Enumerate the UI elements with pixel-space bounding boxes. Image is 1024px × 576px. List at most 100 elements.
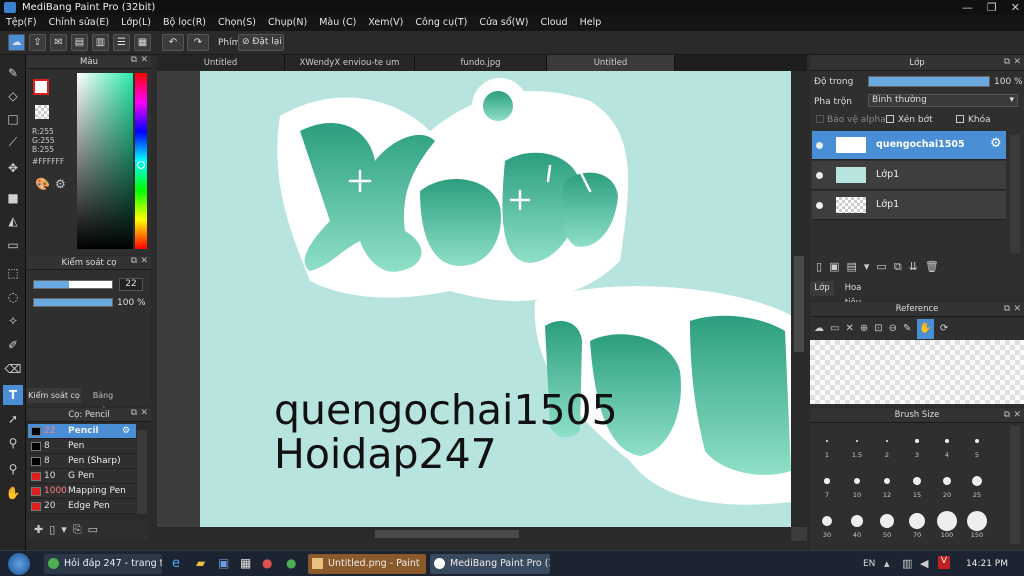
brush-opacity-slider[interactable]	[33, 298, 113, 307]
language-indicator[interactable]: EN	[863, 559, 875, 569]
brush-item-mapping-pen[interactable]: 1000 Mapping Pen	[28, 484, 136, 499]
close-icon[interactable]: ✕	[1011, 0, 1020, 15]
layer-scrollbar[interactable]	[1010, 135, 1020, 253]
new-halftone-layer-icon[interactable]: ▣	[829, 256, 839, 278]
grid-icon[interactable]: ▦	[134, 34, 151, 51]
cloud-icon[interactable]: ☁	[8, 34, 25, 51]
ie-icon[interactable]: e	[172, 556, 180, 571]
layer-folder-icon[interactable]: ▭	[876, 256, 886, 278]
comment-icon[interactable]: ✉	[50, 34, 67, 51]
hand-icon[interactable]: ✋	[917, 319, 934, 339]
brush-size-cell[interactable]: 150	[962, 505, 992, 543]
undock-icon[interactable]: ⧉	[131, 408, 137, 418]
bucket-tool-icon[interactable]: ◭	[3, 211, 23, 231]
brush-size-cell[interactable]: 4	[932, 425, 962, 463]
tab-navigator[interactable]: Hoa tiêu	[836, 281, 870, 308]
undo-icon[interactable]: ↶	[162, 34, 184, 51]
foreground-color-swatch[interactable]	[33, 79, 49, 95]
fit-icon[interactable]: ⊡	[874, 319, 882, 339]
horizontal-scrollbar[interactable]	[157, 527, 791, 541]
undock-icon[interactable]: ⧉	[1004, 57, 1010, 67]
hue-handle[interactable]	[137, 161, 145, 169]
menu-select[interactable]: Chọn(S)	[212, 15, 262, 31]
hand-tool-icon[interactable]: ✋	[3, 483, 23, 503]
taskbar-item-medibang[interactable]: MediBang Paint Pro (32...	[430, 554, 550, 574]
brush-size-cell[interactable]: 10	[842, 465, 872, 503]
tab-untitled-1[interactable]: Untitled	[157, 55, 285, 71]
app-icon[interactable]: ●	[262, 556, 272, 570]
brush-size-cell[interactable]: 5	[962, 425, 992, 463]
transparent-swatch[interactable]	[35, 105, 49, 119]
unikey-icon[interactable]: V	[938, 556, 950, 569]
gradient-tool-icon[interactable]: ▭	[3, 235, 23, 255]
minimize-icon[interactable]: —	[962, 0, 973, 15]
tab-layer[interactable]: Lớp	[810, 281, 834, 296]
tray-up-icon[interactable]: ▴	[884, 557, 890, 570]
brush-size-cell[interactable]: 30	[812, 505, 842, 543]
tab-palette[interactable]: Bảng màu	[83, 388, 123, 415]
menu-view[interactable]: Xem(V)	[362, 15, 409, 31]
select-rect-tool-icon[interactable]: ⬚	[3, 263, 23, 283]
folder-icon[interactable]: ▰	[196, 556, 205, 570]
add-brush-icon[interactable]: ✚	[34, 520, 43, 540]
merge-layer-icon[interactable]: ⇊	[909, 256, 918, 278]
undock-icon[interactable]: ⧉	[131, 256, 137, 266]
chrome-icon[interactable]: ●	[286, 556, 296, 570]
eyedropper-icon[interactable]: ✎	[903, 319, 911, 339]
tab-pin-jpg[interactable]: XWendyX enviou-te um Pin!.jpg	[285, 55, 415, 84]
brush-size-cell[interactable]: 15	[902, 465, 932, 503]
protect-alpha-checkbox[interactable]	[816, 115, 824, 123]
lasso-tool-icon[interactable]: ◌	[3, 287, 23, 307]
brush-item-g-pen[interactable]: 10 G Pen	[28, 469, 136, 484]
panel-close-icon[interactable]: ✕	[1013, 410, 1021, 420]
reference-image-area[interactable]	[810, 340, 1024, 404]
app-icon[interactable]: ▣	[218, 556, 229, 570]
menu-layer[interactable]: Lớp(L)	[115, 15, 157, 31]
move-tool-icon[interactable]: ✥	[3, 158, 23, 178]
menu-cloud[interactable]: Cloud	[534, 15, 573, 31]
tab-untitled-2[interactable]: Untitled	[547, 55, 675, 71]
maximize-icon[interactable]: ❐	[987, 0, 997, 15]
line-tool-icon[interactable]: ⟋	[3, 132, 23, 152]
undock-icon[interactable]: ⧉	[131, 55, 137, 65]
menu-file[interactable]: Tệp(F)	[0, 15, 43, 31]
panel-close-icon[interactable]: ✕	[140, 55, 148, 65]
brush-size-slider[interactable]	[33, 280, 113, 289]
page-icon[interactable]: ▥	[92, 34, 109, 51]
panel-close-icon[interactable]: ✕	[140, 408, 148, 418]
brush-item-edge-pen[interactable]: 20 Edge Pen	[28, 499, 136, 514]
menu-capture[interactable]: Chụp(N)	[262, 15, 313, 31]
brush-size-cell[interactable]: 1	[812, 425, 842, 463]
rotate-icon[interactable]: ⟳	[940, 319, 948, 339]
duplicate-layer-icon[interactable]: ⧉	[894, 256, 902, 278]
undock-icon[interactable]: ⧉	[1004, 410, 1010, 420]
open-folder-icon[interactable]: ▭	[830, 319, 839, 339]
brush-size-cell[interactable]: 50	[872, 505, 902, 543]
menu-filter[interactable]: Bộ lọc(R)	[157, 15, 212, 31]
fill-rect-tool-icon[interactable]: ■	[3, 188, 23, 208]
canvas-artwork[interactable]: quengochai1505 Hoidap247	[200, 71, 791, 527]
new-file-icon[interactable]: ▤	[71, 34, 88, 51]
redo-icon[interactable]: ↷	[187, 34, 209, 51]
brush-item-pen-sharp[interactable]: 8 Pen (Sharp)	[28, 454, 136, 469]
layer-row[interactable]: Lớp1	[812, 191, 1006, 220]
upload-icon[interactable]: ⇪	[29, 34, 46, 51]
saturation-value-picker[interactable]	[77, 73, 133, 249]
menu-window[interactable]: Cửa sổ(W)	[473, 15, 534, 31]
operation-tool-icon[interactable]: ➚	[3, 409, 23, 429]
brush-size-cell[interactable]: 2	[872, 425, 902, 463]
tab-brush-control[interactable]: Kiểm soát cọ	[27, 388, 81, 403]
brush-size-cell[interactable]: 25	[962, 465, 992, 503]
reset-button[interactable]: ⊘ Đặt lại	[238, 34, 284, 51]
brush-size-cell[interactable]: 7	[812, 465, 842, 503]
brush-size-cell[interactable]: 40	[842, 505, 872, 543]
menu-edit[interactable]: Chỉnh sửa(E)	[43, 15, 116, 31]
brush-size-cell[interactable]: 100	[932, 505, 962, 543]
start-button[interactable]	[8, 553, 30, 575]
brush-size-value[interactable]: 22	[119, 278, 143, 291]
brush-item-pencil[interactable]: 22 Pencil ⚙	[28, 424, 136, 439]
taskbar-item-paint[interactable]: Untitled.png - Paint	[308, 554, 426, 574]
network-icon[interactable]: ▥	[902, 557, 912, 570]
panel-close-icon[interactable]: ✕	[1013, 304, 1021, 314]
brush-menu-icon[interactable]: ▾	[61, 520, 67, 540]
